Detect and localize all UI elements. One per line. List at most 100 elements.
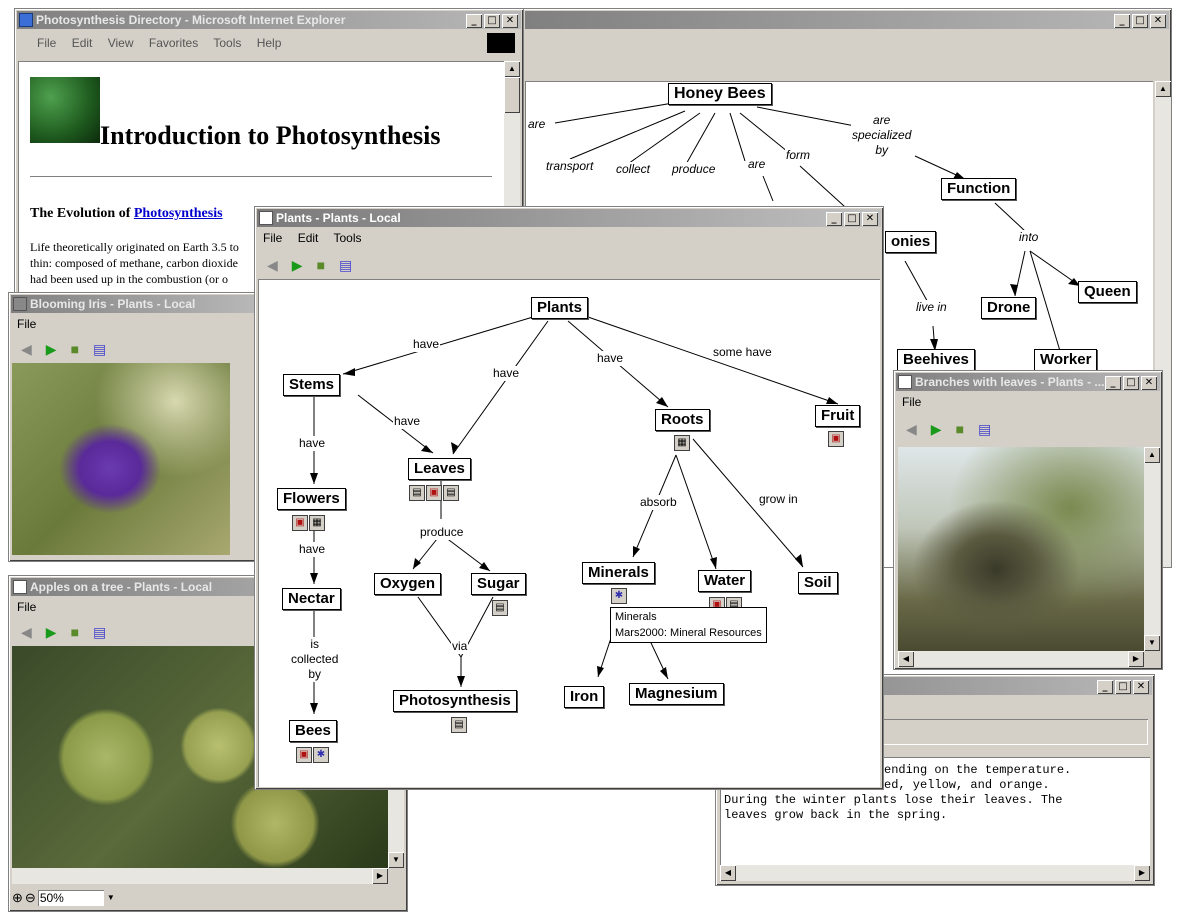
minimize-button[interactable]: _ xyxy=(1097,680,1113,694)
maximize-button[interactable]: □ xyxy=(1115,680,1131,694)
web-link-icon[interactable]: ✱ xyxy=(611,588,627,604)
forward-arrow-icon[interactable]: ▶ xyxy=(931,422,942,436)
chevron-down-icon[interactable]: ▼ xyxy=(103,890,118,906)
ie-titlebar[interactable]: Photosynthesis Directory - Microsoft Int… xyxy=(17,11,521,29)
map-icon[interactable]: ■ xyxy=(71,625,79,639)
menu-file[interactable]: File xyxy=(902,395,921,409)
minimize-button[interactable]: _ xyxy=(1105,376,1121,390)
back-arrow-icon[interactable]: ◀ xyxy=(21,625,32,639)
menu-file[interactable]: File xyxy=(37,36,56,50)
beehives-node[interactable]: Beehives xyxy=(897,349,975,371)
roots-node[interactable]: Roots xyxy=(655,409,710,431)
nectar-node[interactable]: Nectar xyxy=(282,588,341,610)
menu-file[interactable]: File xyxy=(17,600,36,614)
leaves-node[interactable]: Leaves xyxy=(408,458,471,480)
scroll-up-button[interactable]: ▲ xyxy=(504,61,520,77)
scroll-left-button[interactable]: ◀ xyxy=(898,651,914,667)
document-icon[interactable]: ▤ xyxy=(451,717,467,733)
colonies-node[interactable]: onies xyxy=(885,231,937,253)
map-icon[interactable]: ■ xyxy=(317,258,325,272)
forward-arrow-icon[interactable]: ▶ xyxy=(46,625,57,639)
scroll-up-button[interactable]: ▲ xyxy=(1144,447,1160,463)
list-icon[interactable]: ▤ xyxy=(978,422,991,436)
document-icon[interactable]: ▤ xyxy=(443,485,459,501)
branches-titlebar[interactable]: Branches with leaves - Plants - ... _ □ … xyxy=(896,373,1160,391)
close-button[interactable]: ✕ xyxy=(862,212,878,226)
image-icon[interactable]: ▣ xyxy=(292,515,308,531)
minimize-button[interactable]: _ xyxy=(466,14,482,28)
plants-node[interactable]: Plants xyxy=(531,297,589,319)
movie-icon[interactable]: ▦ xyxy=(674,435,690,451)
magnesium-node[interactable]: Magnesium xyxy=(629,683,724,705)
function-node[interactable]: Function xyxy=(941,178,1017,200)
document-icon[interactable]: ▤ xyxy=(492,600,508,616)
menu-file[interactable]: File xyxy=(263,231,282,245)
stems-node[interactable]: Stems xyxy=(283,374,341,396)
maximize-button[interactable]: □ xyxy=(1132,14,1148,28)
photosynthesis-link[interactable]: Photosynthesis xyxy=(134,206,223,221)
scroll-right-button[interactable]: ▶ xyxy=(372,868,388,884)
back-arrow-icon[interactable]: ◀ xyxy=(21,342,32,356)
water-node[interactable]: Water xyxy=(698,570,752,592)
list-icon[interactable]: ▤ xyxy=(339,258,352,272)
image-icon[interactable]: ▣ xyxy=(296,747,312,763)
close-button[interactable]: ✕ xyxy=(1150,14,1166,28)
menu-favorites[interactable]: Favorites xyxy=(149,36,198,50)
fruit-node[interactable]: Fruit xyxy=(815,405,861,427)
plants-titlebar[interactable]: Plants - Plants - Local _ □ ✕ xyxy=(257,209,881,227)
drone-node[interactable]: Drone xyxy=(981,297,1037,319)
menu-view[interactable]: View xyxy=(108,36,134,50)
iron-node[interactable]: Iron xyxy=(564,686,605,708)
scroll-left-button[interactable]: ◀ xyxy=(720,865,736,881)
back-arrow-icon[interactable]: ◀ xyxy=(906,422,917,436)
branches-vscroll[interactable]: ▲ ▼ xyxy=(1144,447,1160,651)
zoom-out-icon[interactable]: ⊖ xyxy=(25,890,36,906)
queen-node[interactable]: Queen xyxy=(1078,281,1137,303)
map-icon[interactable]: ■ xyxy=(71,342,79,356)
menu-edit[interactable]: Edit xyxy=(72,36,93,50)
minimize-button[interactable]: _ xyxy=(826,212,842,226)
map-icon[interactable]: ■ xyxy=(956,422,964,436)
branches-hscroll[interactable]: ◀ ▶ xyxy=(898,651,1144,667)
close-button[interactable]: ✕ xyxy=(1141,376,1157,390)
list-icon[interactable]: ▤ xyxy=(93,625,106,639)
scroll-down-button[interactable]: ▼ xyxy=(1144,635,1160,651)
menu-tools[interactable]: Tools xyxy=(213,36,241,50)
minerals-node[interactable]: Minerals xyxy=(582,562,655,584)
honey-bees-titlebar[interactable]: _ □ ✕ xyxy=(525,11,1169,29)
oxygen-node[interactable]: Oxygen xyxy=(374,573,442,595)
image-icon[interactable]: ▣ xyxy=(828,431,844,447)
menu-help[interactable]: Help xyxy=(257,36,282,50)
worker-node[interactable]: Worker xyxy=(1034,349,1098,371)
maximize-button[interactable]: □ xyxy=(484,14,500,28)
bees-node[interactable]: Bees xyxy=(289,720,337,742)
maximize-button[interactable]: □ xyxy=(1123,376,1139,390)
close-button[interactable]: ✕ xyxy=(1133,680,1149,694)
document-icon[interactable]: ▤ xyxy=(409,485,425,501)
iris-titlebar[interactable]: Blooming Iris - Plants - Local xyxy=(11,295,255,313)
minimize-button[interactable]: _ xyxy=(1114,14,1130,28)
menu-file[interactable]: File xyxy=(17,317,36,331)
apples-hscroll[interactable]: ▶ xyxy=(12,868,388,884)
plants-map[interactable]: Plants Stems Leaves Roots Fruit Flowers … xyxy=(258,279,880,787)
scroll-down-button[interactable]: ▼ xyxy=(388,852,404,868)
list-icon[interactable]: ▤ xyxy=(93,342,106,356)
menu-tools[interactable]: Tools xyxy=(334,231,362,245)
soil-node[interactable]: Soil xyxy=(798,572,838,594)
forward-arrow-icon[interactable]: ▶ xyxy=(46,342,57,356)
text-hscroll[interactable]: ◀ ▶ xyxy=(720,865,1150,881)
scroll-up-button[interactable]: ▲ xyxy=(1155,81,1171,97)
maximize-button[interactable]: □ xyxy=(844,212,860,226)
photosynthesis-node[interactable]: Photosynthesis xyxy=(393,690,517,712)
scroll-thumb[interactable] xyxy=(504,77,520,113)
zoom-select[interactable]: 50% ▼ xyxy=(37,890,118,906)
image-icon[interactable]: ▣ xyxy=(426,485,442,501)
forward-arrow-icon[interactable]: ▶ xyxy=(292,258,303,272)
honey-bees-node[interactable]: Honey Bees xyxy=(668,83,772,105)
web-link-icon[interactable]: ✱ xyxy=(313,747,329,763)
scroll-right-button[interactable]: ▶ xyxy=(1128,651,1144,667)
scroll-right-button[interactable]: ▶ xyxy=(1134,865,1150,881)
zoom-in-icon[interactable]: ⊕ xyxy=(12,890,23,906)
menu-edit[interactable]: Edit xyxy=(298,231,319,245)
sugar-node[interactable]: Sugar xyxy=(471,573,526,595)
